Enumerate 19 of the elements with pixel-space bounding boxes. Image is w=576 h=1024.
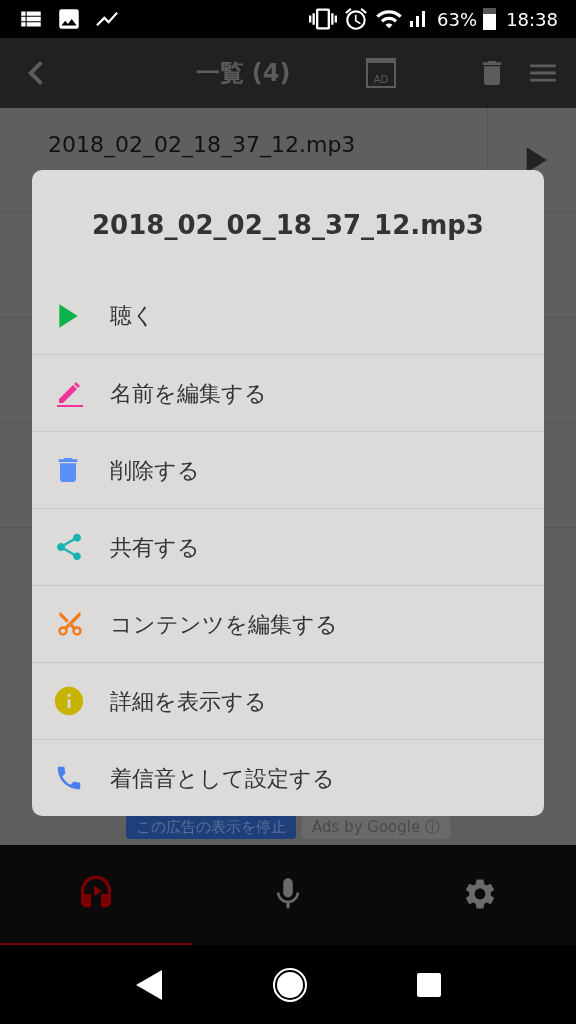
back-icon[interactable] xyxy=(134,968,163,1001)
home-icon[interactable] xyxy=(272,966,308,1003)
scissors-icon xyxy=(56,610,84,638)
menu-item[interactable]: 聴く xyxy=(32,277,544,354)
battery-icon xyxy=(483,8,497,30)
menu-item[interactable]: 削除する xyxy=(32,431,544,508)
menu-item[interactable]: 共有する xyxy=(32,508,544,585)
dialog-title: 2018_02_02_18_37_12.mp3 xyxy=(92,209,484,242)
alarm-icon xyxy=(343,6,370,32)
image-icon xyxy=(56,6,82,32)
clock: 18:38 xyxy=(506,7,558,32)
recents-icon[interactable] xyxy=(417,972,442,997)
menu-item[interactable]: 着信音として設定する xyxy=(32,739,544,816)
menu-item[interactable]: 詳細を表示する xyxy=(32,662,544,739)
pencil-icon xyxy=(57,379,83,407)
battery-level: 63% xyxy=(437,7,478,32)
menu-item[interactable]: 名前を編集する xyxy=(32,354,544,431)
screen-title: 一覧 (4) xyxy=(195,58,291,89)
menu-item[interactable]: コンテンツを編集する xyxy=(32,585,544,662)
